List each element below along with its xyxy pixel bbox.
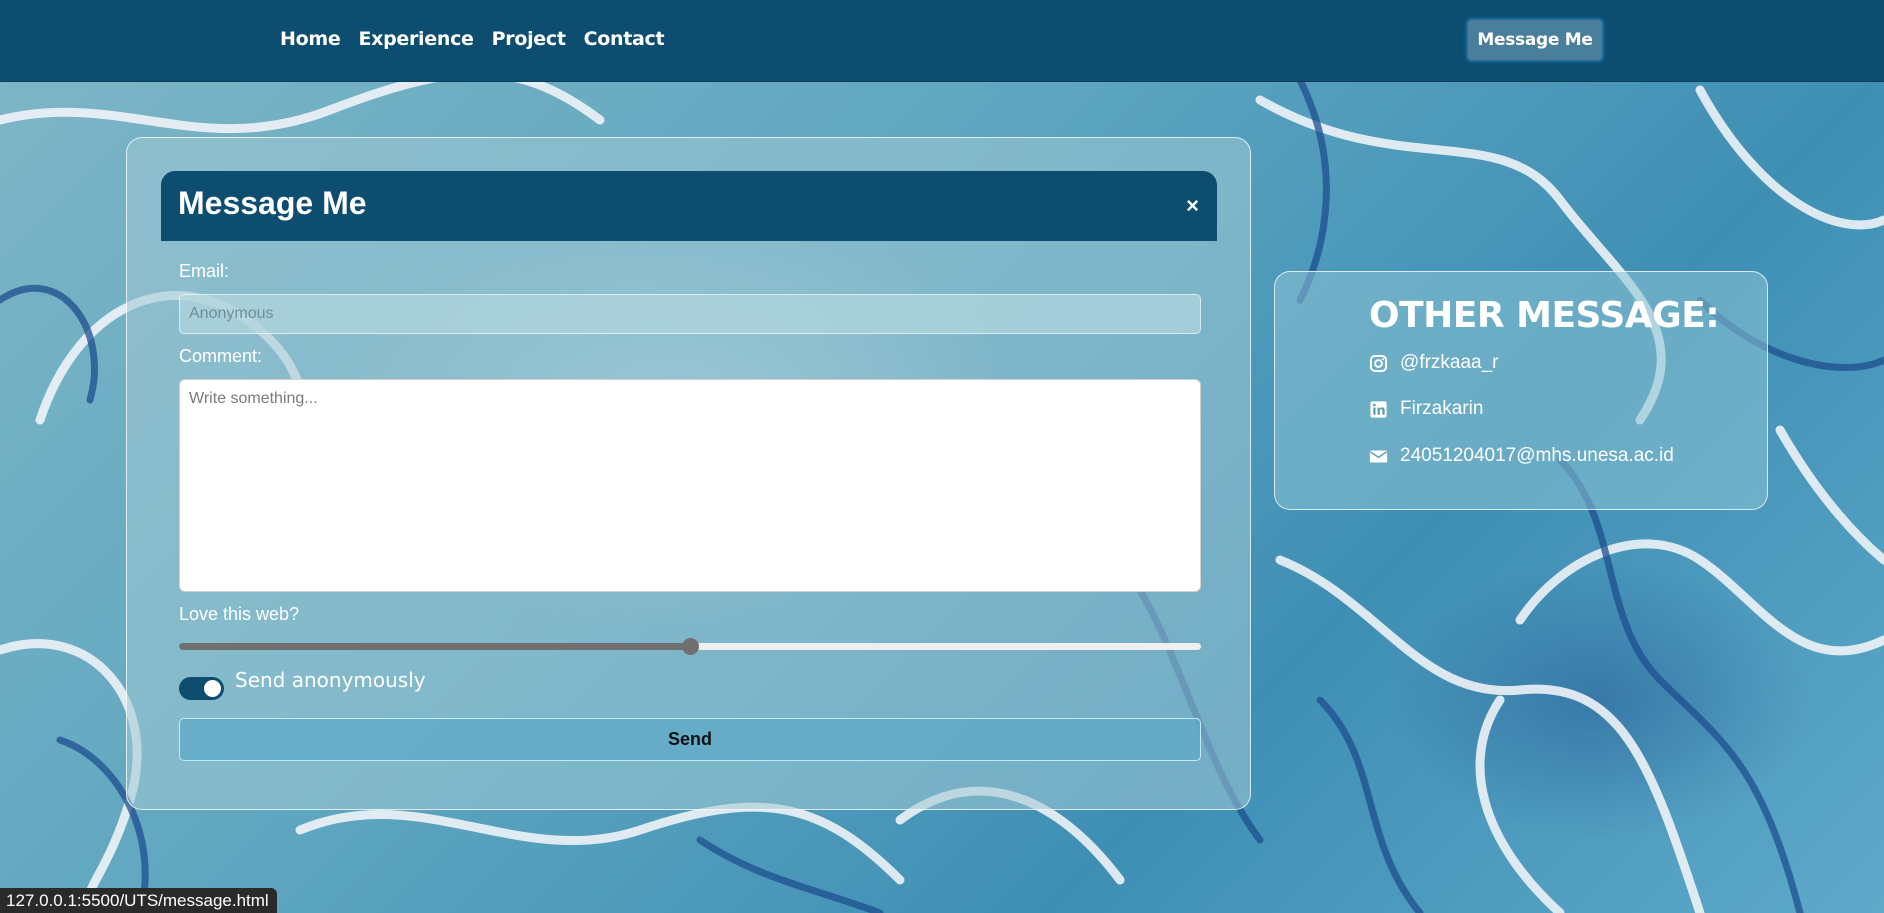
contact-email: 24051204017@mhs.unesa.ac.id	[1400, 445, 1674, 466]
comment-textarea[interactable]	[179, 379, 1201, 592]
anonymous-toggle[interactable]	[179, 677, 224, 700]
message-form-card: Message Me × Email: Comment: Love this w…	[126, 137, 1251, 810]
message-me-button[interactable]: Message Me	[1466, 18, 1604, 62]
form-title: Message Me	[178, 185, 367, 221]
comment-label: Comment:	[179, 346, 263, 366]
form-header: Message Me ×	[161, 171, 1217, 241]
linkedin-name: Firzakarin	[1400, 398, 1484, 419]
love-slider-fill	[179, 643, 690, 650]
nav-link-contact[interactable]: Contact	[584, 28, 665, 50]
status-bar-url: 127.0.0.1:5500/UTS/message.html	[0, 888, 277, 913]
instagram-handle: @frzkaaa_r	[1400, 352, 1499, 373]
nav-link-experience[interactable]: Experience	[358, 28, 473, 50]
contact-item-instagram[interactable]: @frzkaaa_r	[1369, 352, 1499, 374]
love-slider[interactable]	[179, 638, 1201, 655]
other-message-title: OTHER MESSAGE:	[1369, 295, 1720, 336]
email-label: Email:	[179, 261, 230, 281]
nav-link-home[interactable]: Home	[280, 28, 341, 50]
nav-link-project[interactable]: Project	[492, 28, 566, 50]
envelope-icon	[1369, 447, 1388, 466]
toggle-knob	[204, 680, 221, 697]
contact-item-email[interactable]: 24051204017@mhs.unesa.ac.id	[1369, 445, 1674, 467]
top-navbar: Home Experience Project Contact Message …	[0, 0, 1884, 82]
linkedin-icon	[1369, 400, 1388, 419]
love-slider-thumb[interactable]	[682, 638, 699, 655]
close-button[interactable]: ×	[1186, 195, 1199, 217]
email-field[interactable]	[179, 294, 1201, 334]
other-message-card: OTHER MESSAGE: @frzkaaa_r Firzakarin 240…	[1274, 271, 1768, 510]
contact-item-linkedin[interactable]: Firzakarin	[1369, 398, 1483, 420]
nav-links: Home Experience Project Contact	[280, 28, 665, 50]
anonymous-toggle-label: Send anonymously	[235, 668, 426, 692]
instagram-icon	[1369, 354, 1388, 373]
love-slider-label: Love this web?	[179, 604, 300, 624]
send-button[interactable]: Send	[179, 718, 1201, 761]
